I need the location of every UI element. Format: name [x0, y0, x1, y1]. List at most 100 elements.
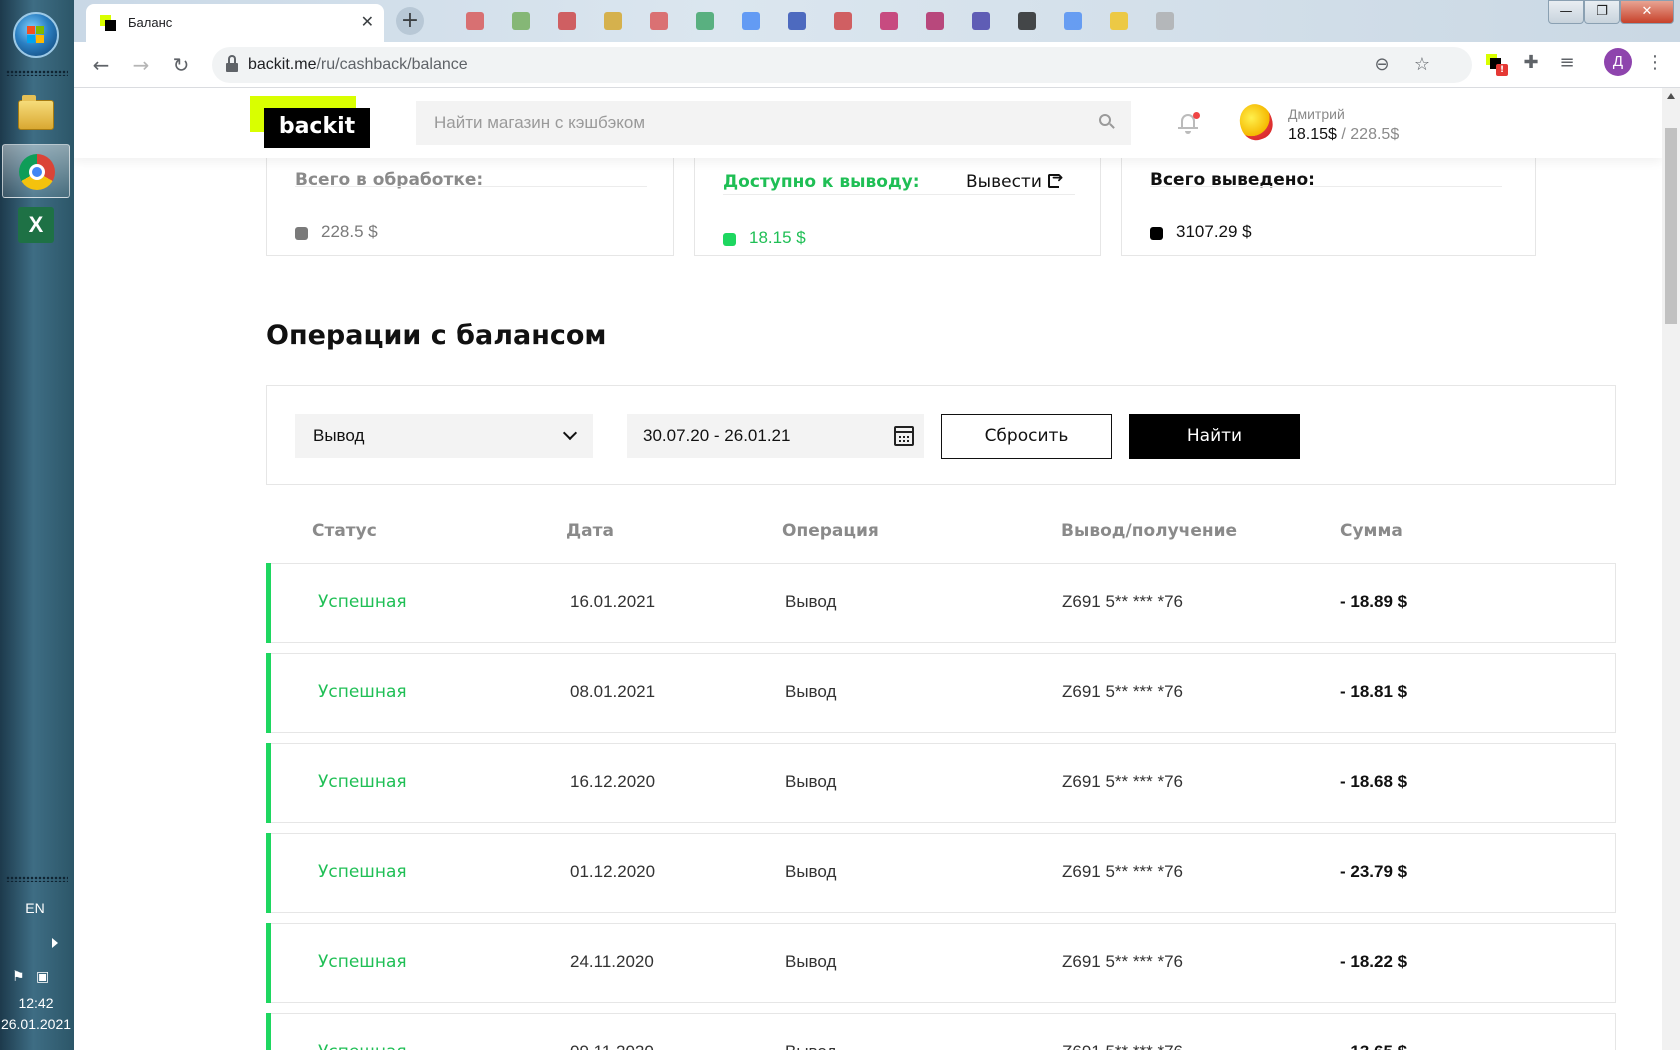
status-bar: [266, 743, 271, 823]
row-date: 16.01.2021: [570, 592, 656, 611]
user-name[interactable]: Дмитрий: [1288, 106, 1345, 122]
card-divider: [295, 186, 647, 187]
row-account: Z691 5** *** *76: [1062, 952, 1183, 971]
clock-date: 26.01.2021: [0, 1016, 72, 1032]
calendar-icon[interactable]: [894, 426, 914, 446]
lock-icon[interactable]: [226, 55, 238, 72]
row-sum: - 23.79 $: [1340, 862, 1408, 881]
background-tab[interactable]: [742, 12, 760, 30]
column-header-sum: Сумма: [1340, 521, 1403, 541]
withdraw-link[interactable]: Вывести: [966, 170, 1064, 192]
background-tab[interactable]: [1110, 12, 1128, 30]
tab-title: Баланс: [128, 15, 173, 30]
background-tab[interactable]: [512, 12, 530, 30]
excel-icon: X: [18, 207, 54, 243]
page-viewport: backit Дмитрий 18.15$ / 228.5$ Всего в о…: [74, 88, 1662, 1050]
user-balance-separator: /: [1336, 126, 1351, 143]
browser-menu-icon[interactable]: ⋮: [1642, 50, 1668, 76]
background-tab[interactable]: [558, 12, 576, 30]
reset-button[interactable]: Сбросить: [941, 414, 1112, 459]
background-tab[interactable]: [1156, 12, 1174, 30]
tray-gripper: [6, 876, 68, 882]
operation-type-select[interactable]: Вывод: [295, 414, 593, 458]
minimize-button[interactable]: —: [1548, 0, 1584, 24]
user-balance[interactable]: 18.15$ / 228.5$: [1288, 126, 1399, 144]
store-search-input[interactable]: [434, 101, 1074, 145]
user-available-balance: 18.15$: [1288, 126, 1337, 143]
row-sum: - 13.65 $: [1340, 1042, 1407, 1050]
notification-bell-icon[interactable]: [1178, 112, 1200, 136]
url-path: /ru/cashback/balance: [316, 56, 468, 73]
withdraw-icon: [1047, 170, 1064, 188]
row-status: Успешная: [318, 862, 407, 882]
row-operation: Вывод: [785, 1042, 836, 1050]
background-tab[interactable]: [650, 12, 668, 30]
row-status: Успешная: [318, 682, 407, 702]
network-error-icon[interactable]: ⚑: [12, 969, 32, 987]
user-avatar[interactable]: [1235, 99, 1277, 145]
row-operation: Вывод: [785, 592, 837, 611]
taskbar-clock[interactable]: 12:42 26.01.2021: [0, 993, 72, 1035]
chrome-taskbar-button[interactable]: [2, 144, 70, 198]
row-operation: Вывод: [785, 952, 837, 971]
new-tab-button[interactable]: +: [396, 7, 424, 35]
browser-window: Баланс ✕ + — ❐ ✕ ← → ↻ backit.me/ru/cash…: [74, 0, 1680, 1050]
maximize-button[interactable]: ❐: [1584, 0, 1620, 24]
back-arrow-icon[interactable]: ←: [86, 50, 116, 80]
background-tab[interactable]: [466, 12, 484, 30]
backit-favicon-icon: [100, 15, 116, 31]
pending-value: 228.5 $: [321, 222, 378, 241]
row-operation: Вывод: [785, 772, 837, 791]
forward-arrow-icon[interactable]: →: [126, 50, 156, 80]
background-tab[interactable]: [788, 12, 806, 30]
start-button[interactable]: [13, 12, 59, 58]
page-scrollbar[interactable]: [1662, 88, 1680, 1050]
tab-close-icon[interactable]: ✕: [361, 12, 374, 32]
background-tab[interactable]: [1064, 12, 1082, 30]
column-header-operation: Операция: [782, 521, 879, 541]
backit-logo[interactable]: backit: [250, 96, 370, 148]
find-button[interactable]: Найти: [1129, 414, 1300, 459]
zoom-icon[interactable]: ⊖: [1370, 53, 1394, 77]
folder-icon: [18, 95, 54, 130]
row-date: 08.01.2021: [570, 682, 656, 701]
url-host: backit.me: [248, 56, 317, 73]
row-sum: - 18.89 $: [1340, 592, 1408, 611]
background-tab[interactable]: [972, 12, 990, 30]
store-search: [416, 101, 1131, 145]
date-range-input[interactable]: 30.07.20 - 26.01.21: [627, 414, 924, 458]
backit-extension-icon[interactable]: !: [1482, 50, 1508, 76]
operation-row: Успешная 01.12.2020 Вывод Z691 5** *** *76 -…: [266, 833, 1616, 913]
explorer-taskbar-button[interactable]: [2, 90, 70, 144]
background-tab[interactable]: [1018, 12, 1036, 30]
row-status: Успешная: [318, 1042, 407, 1050]
row-account: Z691 5** *** *76: [1062, 772, 1183, 791]
profile-avatar[interactable]: Д: [1604, 48, 1632, 76]
url-text[interactable]: backit.me/ru/cashback/balance: [248, 56, 468, 74]
withdrawn-value: 3107.29 $: [1176, 222, 1252, 241]
background-tab[interactable]: [880, 12, 898, 30]
search-icon[interactable]: [1099, 114, 1115, 130]
excel-taskbar-button[interactable]: X: [2, 198, 70, 252]
network-icon[interactable]: ▣: [36, 969, 56, 987]
close-window-button[interactable]: ✕: [1620, 0, 1674, 24]
bookmark-star-icon[interactable]: ☆: [1410, 53, 1434, 77]
status-bar: [266, 923, 271, 1003]
available-title: Доступно к выводу:: [723, 172, 920, 192]
address-bar[interactable]: backit.me/ru/cashback/balance ⊖ ☆: [212, 47, 1472, 83]
background-tab[interactable]: [834, 12, 852, 30]
scroll-thumb[interactable]: [1665, 128, 1677, 324]
show-hidden-icons-arrow-icon[interactable]: [52, 938, 58, 948]
row-operation: Вывод: [785, 862, 837, 881]
background-tab[interactable]: [696, 12, 714, 30]
extensions-puzzle-icon[interactable]: ✚: [1518, 50, 1544, 76]
tab-balance[interactable]: Баланс ✕: [86, 4, 384, 42]
background-tab[interactable]: [926, 12, 944, 30]
reload-icon[interactable]: ↻: [166, 50, 196, 80]
scroll-up-arrow-icon[interactable]: [1667, 93, 1675, 99]
language-indicator[interactable]: EN: [0, 900, 70, 916]
background-tab[interactable]: [604, 12, 622, 30]
status-bar: [266, 1013, 271, 1050]
media-queue-icon[interactable]: ≡: [1554, 50, 1580, 76]
row-sum: - 18.81 $: [1340, 682, 1408, 701]
